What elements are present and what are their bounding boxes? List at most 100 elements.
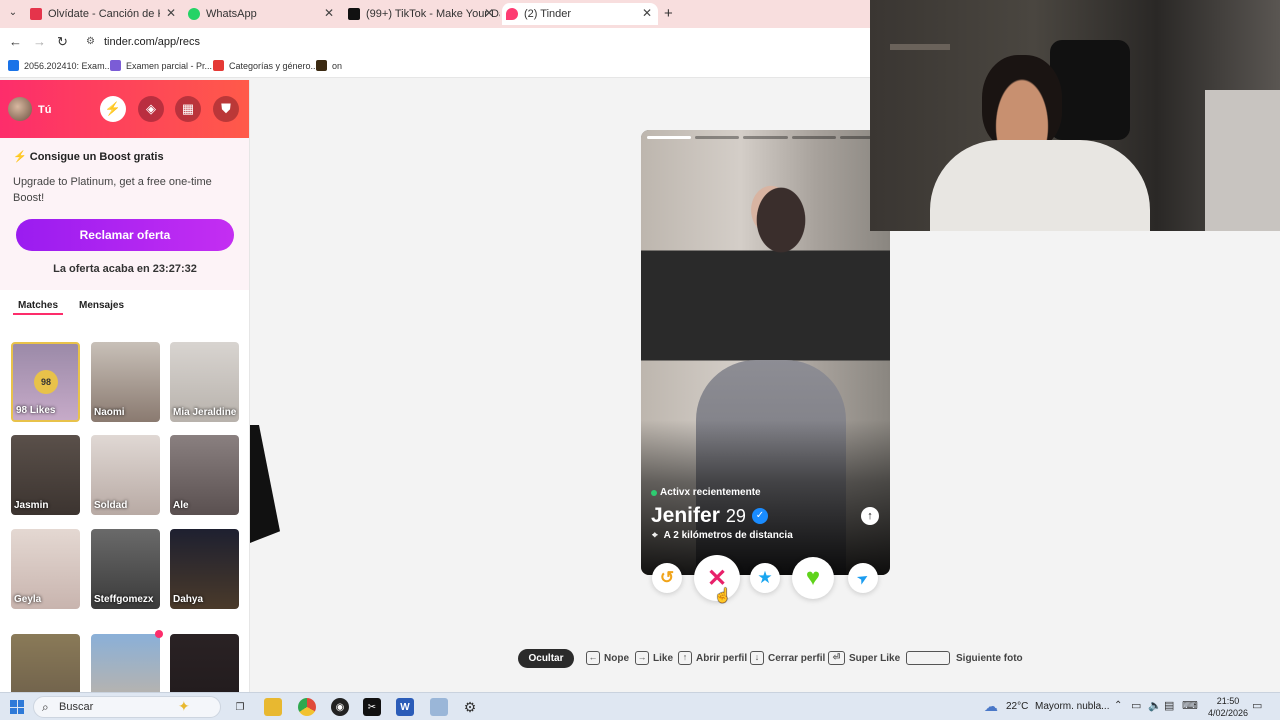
windows-taskbar: ⌕ Buscar ✦ ❐ ◉ ✂ W ⚙ ☁ 22°C Mayorm. nubl… [0,692,1280,720]
recently-active: Activx recientemente [651,487,761,498]
tab-tiktok[interactable]: (99+) TikTok - Make Your Day ✕ [344,3,500,25]
chrome-icon[interactable] [298,698,316,716]
close-icon[interactable]: ✕ [324,6,334,20]
capcut-icon[interactable]: ✂ [363,698,381,716]
match-tile[interactable] [91,630,163,692]
explore-icon[interactable]: ◈ [138,96,164,122]
mouse-cursor-icon: ☝ [714,587,732,603]
bookmark-item[interactable]: 2056.202410: Exam... [8,60,112,71]
shortcut-label: Like [653,652,674,664]
bookmark-favicon-icon [213,60,224,71]
likes-label: 98 Likes [16,405,56,416]
webcam-cabinet [1205,90,1280,231]
match-name: Ale [173,500,189,511]
weather-desc[interactable]: Mayorm. nubla... [1035,701,1109,712]
bookmark-label: 2056.202410: Exam... [24,60,113,71]
reload-icon[interactable]: ↻ [57,34,68,50]
match-tile[interactable]: Soldad [91,435,160,515]
tinder-favicon-icon [506,8,518,20]
tab-messages[interactable]: Mensajes [79,300,124,311]
keyboard-icon[interactable]: ⌨ [1182,699,1198,712]
notifications-icon[interactable]: ▭ [1252,699,1262,712]
likes-tile[interactable]: 98 98 Likes [11,342,80,422]
network-icon[interactable]: ▭ [1131,699,1141,712]
match-tile[interactable]: Ale [170,435,239,515]
rewind-button[interactable]: ↺ [652,563,682,593]
clock-date[interactable]: 4/02/2026 [1202,708,1254,718]
match-tile[interactable]: Dahya [170,529,239,609]
active-dot-icon [651,489,657,496]
close-icon[interactable]: ✕ [642,6,652,20]
tab-whatsapp[interactable]: WhatsApp ✕ [184,3,340,25]
verified-badge-icon: ✓ [751,508,768,524]
site-settings-icon[interactable]: ⚙ [86,36,95,47]
boost-icon[interactable]: ⚡ [100,96,126,122]
close-icon[interactable]: ✕ [484,6,494,20]
match-tile[interactable]: Mia Jeraldine [170,342,239,422]
bookmark-label: Categorías y génerо... [229,60,319,71]
close-icon[interactable]: ✕ [166,6,176,20]
bookmark-item[interactable]: on [316,60,342,71]
match-tile[interactable]: Naomi [91,342,160,422]
bookmark-favicon-icon [316,60,327,71]
arrow-up-icon[interactable]: ↑ [861,507,879,525]
like-button[interactable]: ♥ [792,557,834,599]
back-arrow-icon[interactable]: ← [9,34,22,49]
tab-title: (99+) TikTok - Make Your Day [366,8,500,20]
shield-icon[interactable]: ⛊ [213,96,239,122]
search-highlight-icon: ✦ [178,698,190,714]
obs-icon[interactable]: ◉ [331,698,349,716]
whatsapp-favicon-icon [188,8,200,20]
boost-promo: ⚡ Consigue un Boost gratis Upgrade to Pl… [0,138,249,290]
bookmark-item[interactable]: Examen parcial - Pr... [110,60,212,71]
photo-indicator-bar[interactable] [791,136,836,139]
tab-list-chevron-icon[interactable]: ⌄ [6,7,20,21]
shortcut-label: Abrir perfil [696,652,748,664]
settings-icon[interactable]: ⚙ [461,698,479,716]
file-explorer-icon[interactable] [264,698,282,716]
rewind-icon: ↺ [659,568,675,587]
tab-olvidate[interactable]: Olvídate - Canción de Kidd Keo ✕ [26,3,182,25]
browser-tab-bar: ⌄ Olvídate - Canción de Kidd Keo ✕ Whats… [0,0,870,28]
tray-chevron-icon[interactable]: ⌃ [1114,700,1122,711]
match-tile[interactable]: Jasmin [11,435,80,515]
briefcase-icon[interactable]: ▦ [175,96,201,122]
weather-temp[interactable]: 22°C [1006,701,1028,712]
super-like-button[interactable]: ★ [750,563,780,593]
word-icon[interactable]: W [396,698,414,716]
volume-icon[interactable]: 🔈 [1148,699,1162,712]
photo-indicator-bar[interactable] [743,136,788,139]
claim-offer-button[interactable]: Reclamar oferta [16,219,234,251]
boost-promo-title: ⚡ Consigue un Boost gratis [13,150,164,163]
match-tile[interactable]: Geyla [11,529,80,609]
forward-arrow-icon[interactable]: → [33,34,46,49]
bookmark-favicon-icon [110,60,121,71]
notepad-icon[interactable] [430,698,448,716]
hide-shortcuts-button[interactable]: Ocultar [518,649,574,668]
tab-tinder[interactable]: (2) Tinder ✕ [502,3,658,25]
search-placeholder: Buscar [59,701,94,713]
windows-start-icon[interactable] [10,700,24,714]
taskbar-search[interactable]: ⌕ Buscar ✦ [33,696,221,718]
tab-title: Olvídate - Canción de Kidd Keo [48,8,160,20]
photo-indicator-bar[interactable] [647,136,692,139]
avatar[interactable] [8,97,32,121]
photo-indicator-bar[interactable] [695,136,740,139]
profile-label[interactable]: Tú [38,104,51,116]
battery-icon[interactable]: ▤ [1164,699,1174,712]
match-tile[interactable] [11,634,80,692]
match-tile[interactable]: Steffgomezx [91,529,160,609]
boost-send-button[interactable]: ➤ [848,563,878,593]
bookmark-item[interactable]: Categorías y génerо... [213,60,318,71]
clock-time[interactable]: 21:50 [1208,696,1248,706]
match-name: Jasmin [14,500,49,511]
plus-icon[interactable]: + [664,5,673,22]
arrow-left-key-icon: ← [586,651,600,665]
match-tile[interactable] [170,634,239,692]
task-view-icon[interactable]: ❐ [231,698,249,716]
arrow-down-key-icon: ↓ [750,651,764,665]
tab-matches[interactable]: Matches [18,300,58,311]
profile-card[interactable]: Activx recientemente Jenifer 29 ✓ ⌖ A 2 … [641,130,890,575]
match-name: Soldad [94,500,128,511]
url-field[interactable]: tinder.com/app/recs [104,36,200,48]
